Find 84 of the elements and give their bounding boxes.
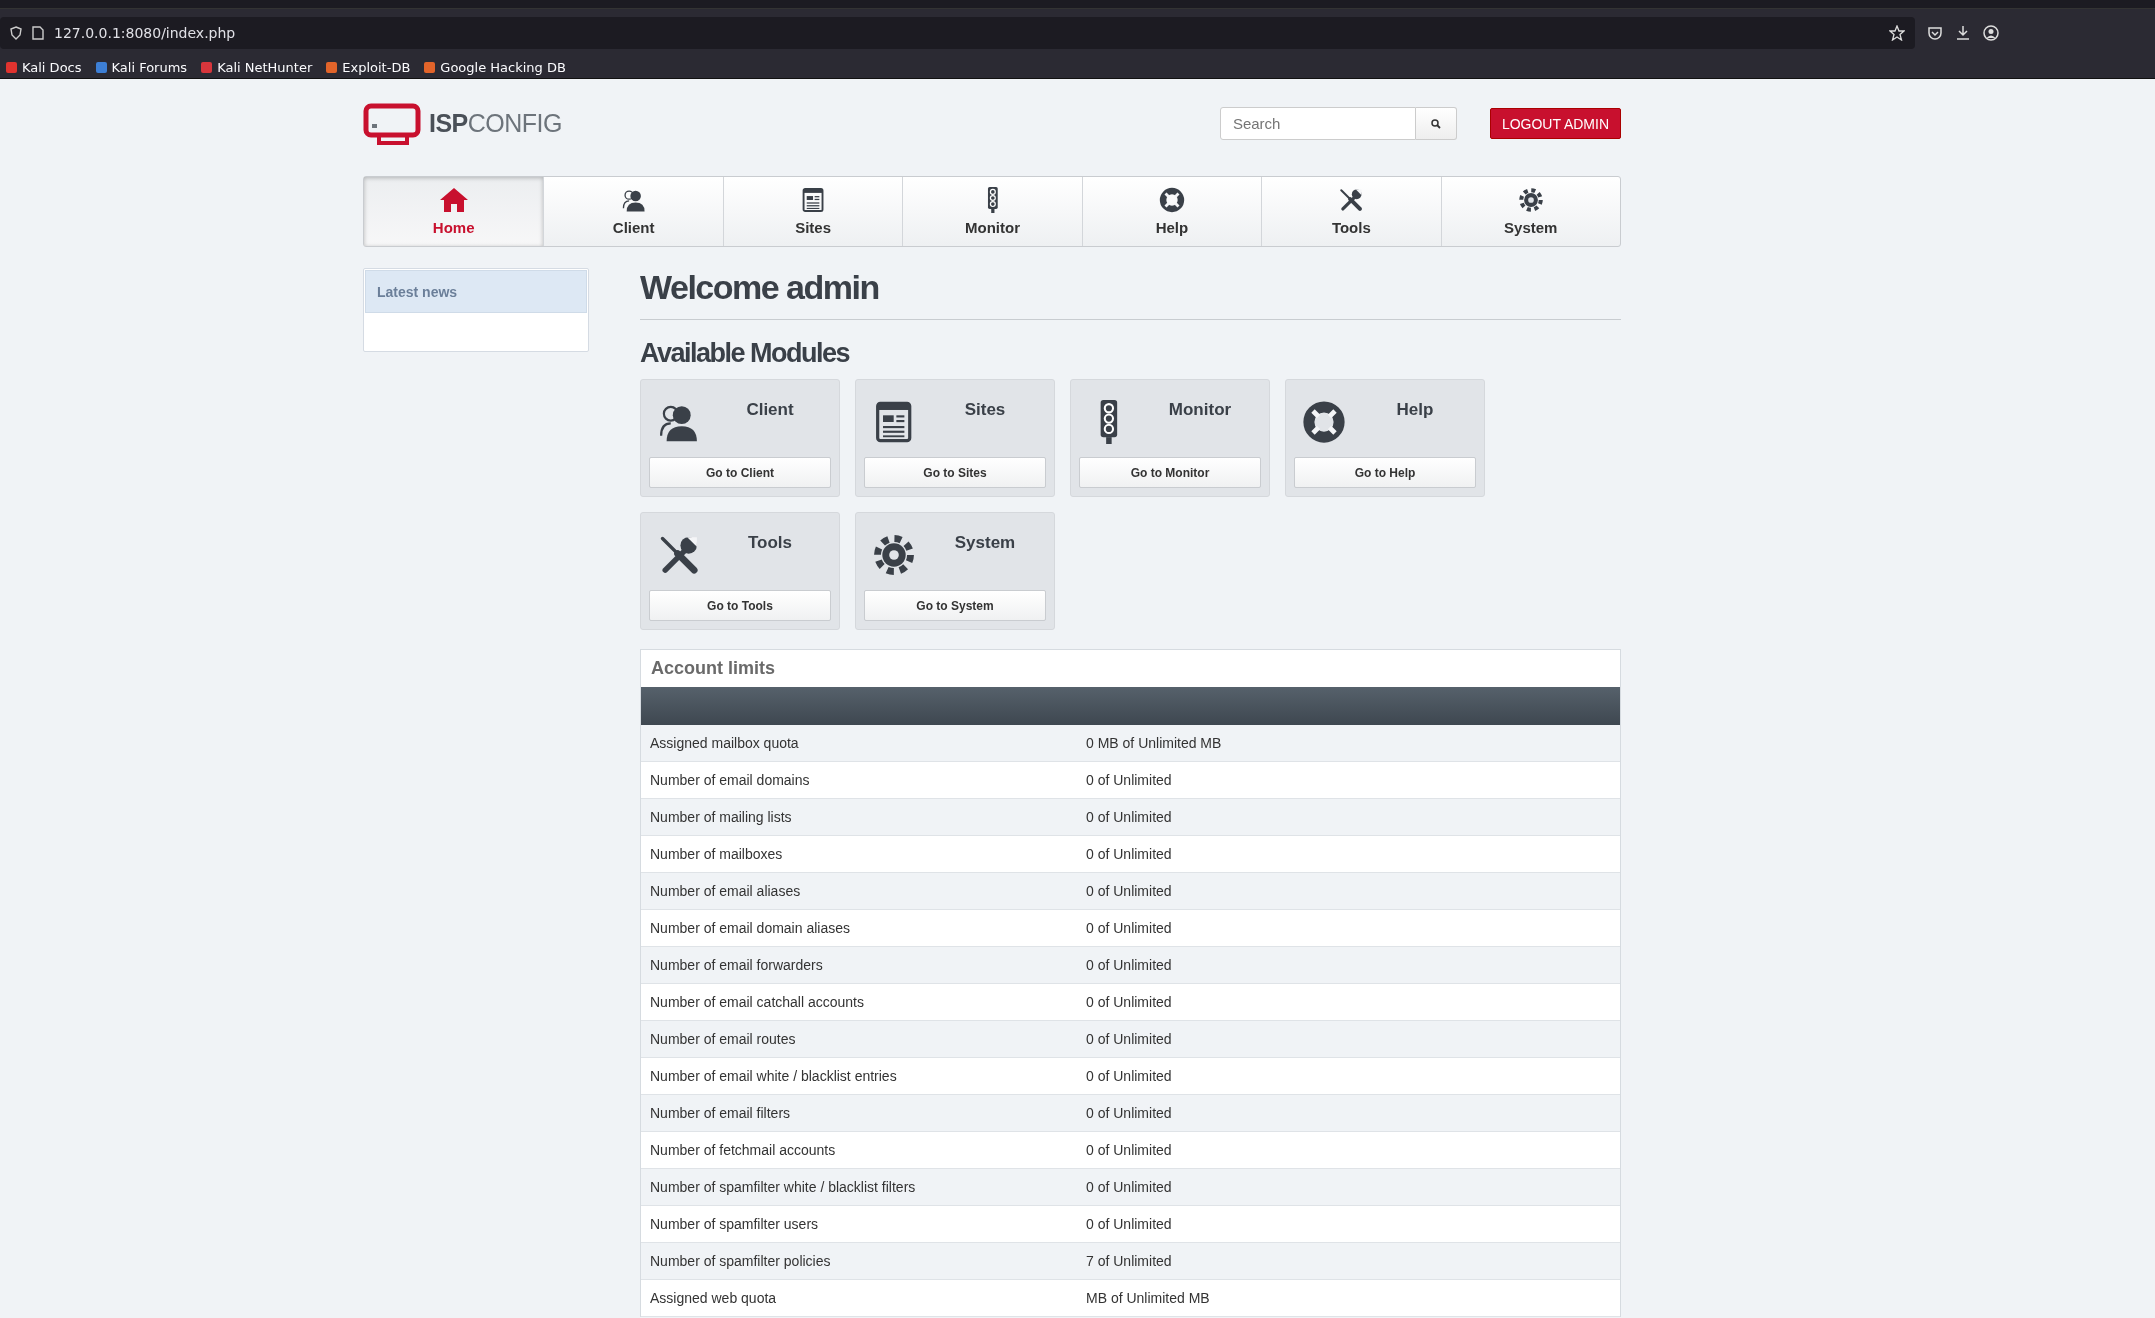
limit-label: Number of email routes [649, 1031, 797, 1047]
search-button[interactable] [1415, 107, 1457, 140]
limit-value: 0 of Unlimited [1086, 920, 1172, 936]
module-title: System [953, 532, 1017, 553]
panel-title: Account limits [651, 658, 775, 679]
traffic-light-icon [986, 187, 999, 213]
limit-label: Number of mailing lists [649, 809, 793, 825]
download-icon[interactable] [1955, 25, 1971, 41]
limit-label: Assigned mailbox quota [649, 735, 800, 751]
logo-text: ISPCONFIG [429, 109, 562, 138]
lifebuoy-icon [1302, 400, 1346, 444]
module-title: Help [1395, 399, 1435, 420]
bookmark-link[interactable]: Kali NetHunter [201, 60, 313, 75]
limit-value: 0 of Unlimited [1086, 1179, 1172, 1195]
limit-label: Number of email domain aliases [649, 920, 851, 936]
limit-label: Number of spamfilter white / blacklist filters [649, 1179, 917, 1195]
panel-title: Latest news [365, 270, 587, 313]
tools-icon [1338, 187, 1365, 213]
module-title: Sites [963, 399, 1007, 420]
limit-value: MB of Unlimited MB [1086, 1290, 1210, 1306]
lifebuoy-icon [1158, 187, 1185, 213]
limit-value: 0 of Unlimited [1086, 809, 1172, 825]
limit-label: Number of spamfilter policies [649, 1253, 832, 1269]
limit-value: 0 of Unlimited [1086, 846, 1172, 862]
limit-value: 0 of Unlimited [1086, 772, 1172, 788]
section-title: Available Modules [640, 338, 851, 369]
gear-icon [1517, 187, 1544, 213]
home-icon [438, 187, 469, 213]
limit-label: Number of fetchmail accounts [649, 1142, 837, 1158]
bookmark-link[interactable]: Kali Forums [95, 60, 188, 75]
limit-value: 0 of Unlimited [1086, 1068, 1172, 1084]
nav-tab[interactable]: System [1440, 177, 1620, 246]
gear-icon [872, 533, 916, 577]
search-icon [1430, 118, 1441, 129]
nav-tab[interactable]: Sites [722, 177, 903, 246]
nav-tab[interactable]: Help [1081, 177, 1262, 246]
document-icon [802, 187, 825, 213]
document-icon [875, 400, 913, 444]
limit-value: 0 of Unlimited [1086, 1216, 1172, 1232]
nav-tab[interactable]: Home [364, 177, 544, 246]
page-icon [32, 26, 44, 40]
module-title: Client [745, 399, 795, 420]
star-icon[interactable] [1889, 25, 1905, 41]
pocket-icon[interactable] [1927, 25, 1943, 41]
nav-tab[interactable]: Client [543, 177, 723, 246]
logout-button[interactable]: LOGOUT ADMIN [1489, 108, 1621, 139]
limit-label: Number of mailboxes [649, 846, 784, 862]
bookmark-link[interactable]: Kali Docs [6, 60, 82, 75]
page-title: Welcome admin [640, 268, 1621, 320]
monitor-logo-icon [363, 102, 421, 145]
limit-label: Number of email domains [649, 772, 811, 788]
module-title: Tools [746, 532, 794, 553]
go-to-module-button[interactable]: Go to System [864, 590, 1046, 621]
nav-tab[interactable]: Monitor [902, 177, 1082, 246]
limit-label: Number of email catchall accounts [649, 994, 865, 1010]
limit-label: Number of email filters [649, 1105, 792, 1121]
address-bar[interactable]: 127.0.0.1:8080/index.php [0, 17, 1915, 49]
url-text: 127.0.0.1:8080/index.php [54, 25, 237, 41]
account-icon[interactable] [1983, 25, 1999, 41]
limit-value: 7 of Unlimited [1086, 1253, 1172, 1269]
limit-value: 0 of Unlimited [1086, 957, 1172, 973]
go-to-module-button[interactable]: Go to Sites [864, 457, 1046, 488]
traffic-light-icon [1099, 400, 1119, 444]
limit-value: 0 of Unlimited [1086, 1031, 1172, 1047]
limit-label: Number of email forwarders [649, 957, 824, 973]
limit-value: 0 of Unlimited [1086, 1142, 1172, 1158]
limit-value: 0 MB of Unlimited MB [1086, 735, 1222, 751]
go-to-module-button[interactable]: Go to Tools [649, 590, 831, 621]
limit-label: Assigned web quota [649, 1290, 778, 1306]
module-title: Monitor [1167, 399, 1233, 420]
bookmark-link[interactable]: Exploit-DB [326, 60, 411, 75]
bookmark-link[interactable]: Google Hacking DB [424, 60, 566, 75]
limit-value: 0 of Unlimited [1086, 883, 1172, 899]
limit-label: Number of email white / blacklist entries [649, 1068, 898, 1084]
limit-label: Number of email aliases [649, 883, 802, 899]
limit-value: 0 of Unlimited [1086, 1105, 1172, 1121]
limit-label: Number of spamfilter users [649, 1216, 820, 1232]
users-icon [620, 187, 647, 213]
limit-value: 0 of Unlimited [1086, 994, 1172, 1010]
shield-icon [10, 26, 22, 40]
nav-tab[interactable]: Tools [1261, 177, 1441, 246]
go-to-module-button[interactable]: Go to Help [1294, 457, 1476, 488]
go-to-module-button[interactable]: Go to Monitor [1079, 457, 1261, 488]
go-to-module-button[interactable]: Go to Client [649, 457, 831, 488]
